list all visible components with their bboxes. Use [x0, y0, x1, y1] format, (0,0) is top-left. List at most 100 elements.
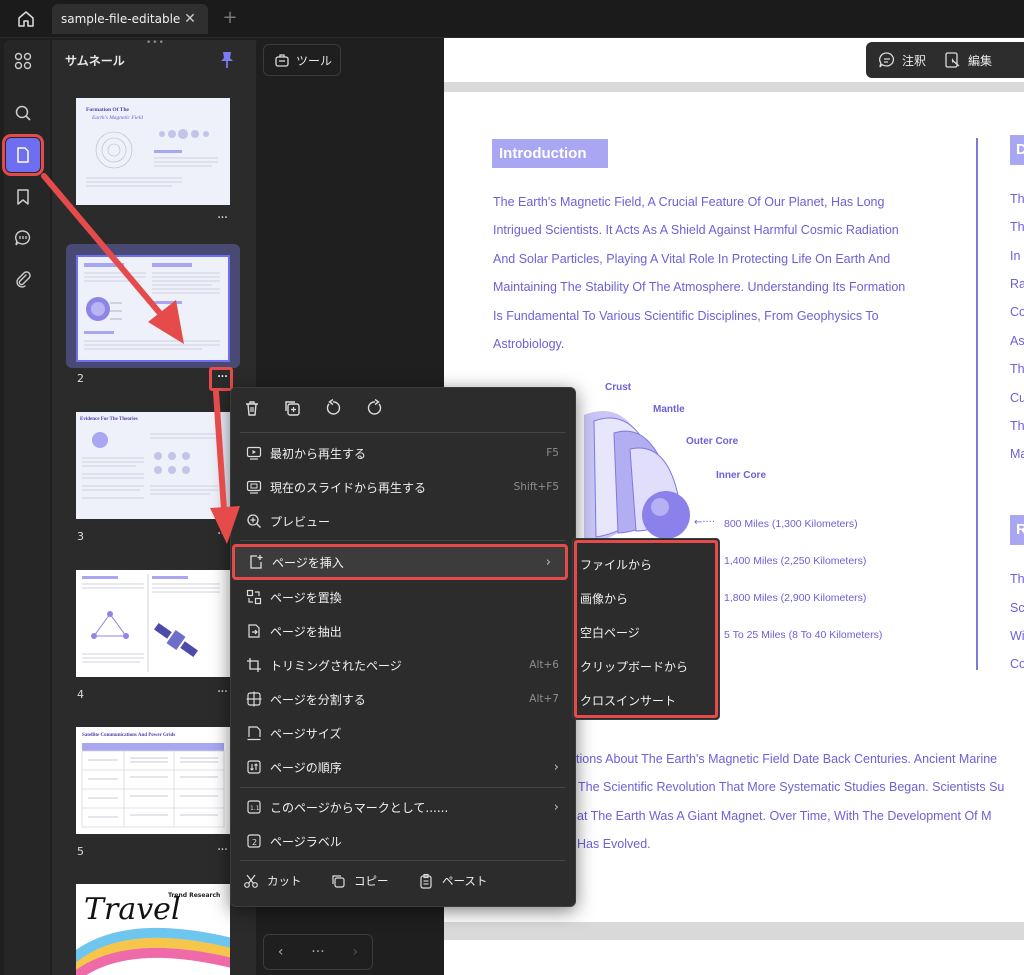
right-col-text: Th	[1010, 572, 1024, 586]
inner-core-distance: 800 Miles (1,300 Kilometers)	[724, 518, 858, 530]
menu-item-label: このページからマークとして......	[270, 800, 449, 815]
panel-drag-handle[interactable]: •••	[146, 38, 165, 48]
cut-button[interactable]: カット	[243, 866, 302, 896]
intro-text-line: The Earth's Magnetic Field, A Crucial Fe…	[493, 195, 885, 209]
right-col-text: Cu	[1010, 391, 1024, 405]
thumb1-art	[86, 129, 218, 187]
thumb3-more-button[interactable]: ···	[213, 526, 231, 542]
thumbnail-panel-title: サムネール	[65, 54, 125, 68]
more-button-highlight	[209, 367, 233, 391]
thumb1-more-button[interactable]: ···	[213, 210, 231, 226]
extract-page-icon	[243, 623, 265, 639]
annotation-toolbar: 注釈 編集	[866, 42, 1024, 78]
right-col-text: Th	[1010, 362, 1024, 376]
menu-item-label: ページを置換	[270, 590, 342, 605]
rail-bookmark-button[interactable]	[6, 180, 40, 214]
thumbnail-page-6[interactable]: Travel Trend Research	[76, 884, 230, 975]
comment-icon	[15, 230, 31, 246]
menu-play-from-start[interactable]: 最初から再生する F5	[231, 436, 575, 470]
submenu-arrow-icon: ›	[553, 759, 559, 775]
thumb3-art	[82, 432, 218, 499]
right-col-text: As	[1010, 334, 1024, 348]
play-icon	[243, 445, 265, 461]
menu-play-from-current[interactable]: 現在のスライドから再生する Shift+F5	[231, 470, 575, 504]
menu-shortcut: Alt+6	[529, 659, 559, 671]
thumb4-more-button[interactable]: ···	[213, 684, 231, 700]
crop-icon	[243, 657, 265, 673]
right-col-text: Sc	[1010, 601, 1024, 615]
paste-button[interactable]: ペースト	[418, 866, 487, 896]
menu-separator	[240, 540, 566, 541]
edit-button[interactable]: 編集	[968, 52, 992, 69]
thumb4-art	[82, 574, 220, 672]
menu-page-label[interactable]: 2 ページラベル	[231, 824, 575, 858]
rail-pages-button[interactable]	[2, 134, 44, 176]
edit-icon[interactable]	[944, 51, 962, 69]
annotate-icon[interactable]	[878, 51, 896, 69]
tab-close-icon[interactable]: ✕	[180, 10, 200, 28]
menu-mark-from-page[interactable]: 1.1 このページからマークとして...... ›	[231, 790, 575, 824]
menu-item-label: ページを挿入	[272, 555, 344, 570]
submenu-highlight	[574, 540, 718, 718]
rail-grid-button[interactable]	[6, 44, 40, 78]
menu-cropped-page[interactable]: トリミングされたページ Alt+6	[231, 648, 575, 682]
menu-item-label: プレビュー	[270, 514, 331, 529]
zoom-in-icon	[243, 513, 265, 529]
menu-shortcut: Shift+F5	[513, 481, 559, 493]
menu-item-label: ページサイズ	[270, 726, 342, 741]
right-col-text: Th	[1010, 192, 1024, 206]
right-column-heading: D	[1010, 135, 1024, 165]
menu-page-size[interactable]: ページサイズ	[231, 716, 575, 750]
paste-label: ペースト	[442, 874, 488, 888]
rail-search-button[interactable]	[6, 96, 40, 130]
inner-core-label: Inner Core	[716, 470, 767, 481]
pin-icon[interactable]	[218, 50, 236, 70]
thumb5-more-button[interactable]: ···	[213, 842, 231, 858]
menu-item-label: ページを抽出	[270, 624, 342, 639]
tools-button[interactable]: ツール	[263, 44, 341, 76]
menu-separator	[240, 860, 566, 861]
mantle-distance: 1,800 Miles (2,900 Kilometers)	[724, 592, 867, 604]
menu-split-page[interactable]: ページを分割する Alt+7	[231, 682, 575, 716]
rotate-right-icon[interactable]	[363, 396, 387, 420]
next-page-button[interactable]: ›	[352, 944, 358, 960]
thumb5-table-art	[81, 743, 225, 828]
right-col-text: Wi	[1010, 629, 1024, 643]
menu-replace-page[interactable]: ページを置換	[231, 580, 575, 614]
replace-page-icon	[243, 589, 265, 605]
thumbnail-page-4[interactable]	[76, 570, 230, 677]
tab-label: sample-file-editable	[61, 12, 181, 26]
home-button[interactable]	[8, 6, 44, 32]
menu-separator	[240, 787, 566, 788]
thumbnail-page-1[interactable]: Formation Of The Earth's Magnetic Field	[76, 98, 230, 205]
menu-extract-page[interactable]: ページを抽出	[231, 614, 575, 648]
thumbnail-page-5[interactable]: Satellite Communications And Power Grids	[76, 727, 230, 834]
menu-insert-page[interactable]: ページを挿入 ›	[232, 544, 568, 580]
rail-attachment-button[interactable]	[6, 262, 40, 296]
next-page-top	[444, 940, 1024, 975]
body-text-line: The Scientific Revolution That More Syst…	[578, 780, 1005, 794]
page-order-icon	[243, 759, 265, 775]
prev-page-button[interactable]: ‹	[278, 944, 284, 960]
copy-label: コピー	[354, 874, 389, 888]
page-icon	[17, 147, 29, 163]
copy-button[interactable]: コピー	[330, 866, 389, 896]
thumb5-heading: Satellite Communications And Power Grids	[82, 733, 176, 738]
duplicate-page-icon[interactable]	[280, 396, 304, 420]
rail-comment-button[interactable]	[6, 221, 40, 255]
grid-icon	[14, 52, 32, 70]
thumbnail-page-2[interactable]	[76, 255, 230, 362]
annotate-button[interactable]: 注釈	[902, 52, 926, 69]
menu-page-order[interactable]: ページの順序 ›	[231, 750, 575, 784]
copy-icon	[332, 875, 345, 888]
rotate-left-icon[interactable]	[321, 396, 345, 420]
menu-preview[interactable]: プレビュー	[231, 504, 575, 538]
submenu-arrow-icon: ›	[553, 799, 559, 815]
delete-page-icon[interactable]	[240, 396, 264, 420]
intro-text-line: And Solar Particles, Playing A Vital Rol…	[493, 252, 891, 266]
svg-text:2: 2	[252, 838, 257, 847]
new-tab-icon[interactable]: +	[220, 8, 240, 28]
thumbnail-page-3[interactable]: Evidence For The Theories	[76, 412, 230, 519]
page-dots[interactable]: ···	[311, 944, 324, 960]
body-text-line: Has Evolved.	[577, 837, 651, 851]
